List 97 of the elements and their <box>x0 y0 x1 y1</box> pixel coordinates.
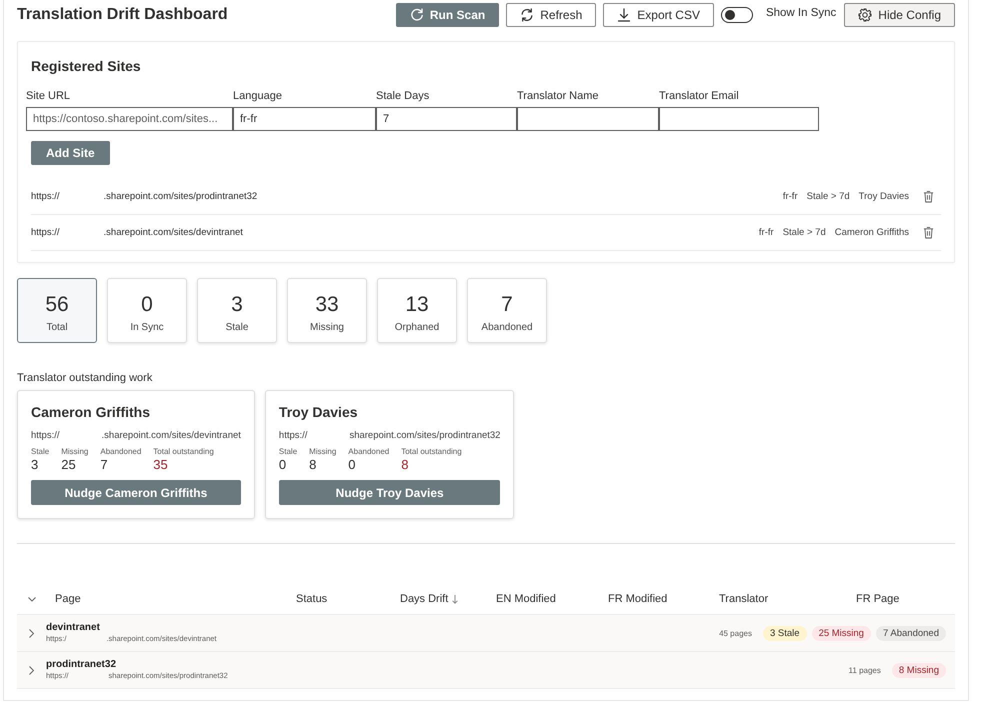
stat-card[interactable]: 56 Total <box>17 278 97 343</box>
stat-value: 56 <box>45 293 69 317</box>
field-label: Stale Days <box>376 89 430 103</box>
stat-value: 13 <box>405 293 429 317</box>
field-label: Language <box>233 89 283 103</box>
stat-value: 0 <box>141 293 153 317</box>
stat-value: 33 <box>315 293 339 317</box>
column-header[interactable]: Status <box>296 593 328 605</box>
refresh-icon <box>520 8 534 22</box>
text-input[interactable]: fr-fr <box>233 107 376 131</box>
stale-rule: Stale > 7d <box>806 191 850 202</box>
download-icon <box>617 8 632 22</box>
stat-card[interactable]: 33 Missing <box>287 278 367 343</box>
metric-label: Missing <box>61 447 88 457</box>
hide-config-button[interactable]: Hide Config <box>844 3 955 27</box>
stat-card[interactable]: 13 Orphaned <box>377 278 457 343</box>
text-input[interactable] <box>517 107 659 131</box>
column-header[interactable]: Translator <box>719 593 768 605</box>
text-input[interactable]: https://contoso.sharepoint.com/sites... <box>26 107 233 131</box>
metric-value: 0 <box>348 457 357 473</box>
translator-name: Troy Davies <box>858 191 909 202</box>
url-prefix: https:// <box>31 191 60 202</box>
trash-icon[interactable] <box>923 190 934 203</box>
site-name: prodintranet32 <box>46 659 118 671</box>
metric-value: 8 <box>401 457 410 473</box>
field-label: Translator Email <box>659 89 740 103</box>
section-title: Registered Sites <box>31 58 142 75</box>
stat-label: Total <box>46 321 68 334</box>
field-label: Site URL <box>26 89 72 103</box>
circular-arrow-icon <box>410 8 424 22</box>
column-header[interactable]: EN Modified <box>496 593 556 605</box>
stat-card[interactable]: 3 Stale <box>197 278 277 343</box>
column-header[interactable]: Days Drift <box>400 593 458 605</box>
translator-name: Cameron Griffiths <box>31 404 152 421</box>
stale-rule: Stale > 7d <box>782 227 826 238</box>
metric-label: Total outstanding <box>153 447 214 457</box>
section-heading: Translator outstanding work <box>17 371 154 385</box>
chevron-right-icon[interactable] <box>29 628 34 638</box>
metric-label: Stale <box>31 447 50 457</box>
url-path: .sharepoint.com/sites/prodintranet32 <box>104 191 258 202</box>
url-path: .sharepoint.com/sites/devintranet <box>104 227 243 238</box>
text-input[interactable] <box>659 107 819 131</box>
chevron-right-icon[interactable] <box>29 666 34 674</box>
column-header[interactable]: FR Modified <box>608 593 668 605</box>
run-scan-button[interactable]: Run Scan <box>396 3 500 27</box>
settings-icon <box>858 8 872 22</box>
stat-card[interactable]: 7 Abandoned <box>467 278 547 343</box>
translator-name: Troy Davies <box>278 404 359 421</box>
stat-label: Stale <box>226 321 248 334</box>
translator-name: Cameron Griffiths <box>834 227 909 238</box>
nudge-button[interactable]: Nudge Troy Davies <box>278 480 500 505</box>
site-name: devintranet <box>46 622 101 634</box>
trash-icon[interactable] <box>923 226 934 239</box>
metric-label: Abandoned <box>100 447 142 457</box>
toggle-label: Show In Sync <box>766 7 836 19</box>
nudge-button[interactable]: Nudge Cameron Griffiths <box>31 480 241 505</box>
url-prefix: https:// <box>31 227 60 238</box>
export-csv-button[interactable]: Export CSV <box>603 3 714 27</box>
stat-value: 7 <box>501 293 513 317</box>
metric-value: 8 <box>309 457 318 473</box>
stat-value: 3 <box>231 293 243 317</box>
url-prefix: https:// <box>31 429 60 442</box>
refresh-button[interactable]: Refresh <box>506 3 596 27</box>
metric-label: Stale <box>278 447 298 457</box>
show-in-sync-toggle[interactable] <box>720 7 753 23</box>
status-badge: 3 Stale <box>762 626 807 640</box>
stat-label: Missing <box>310 321 344 334</box>
column-header[interactable]: FR Page <box>856 593 900 605</box>
field-label: Translator Name <box>517 89 600 103</box>
column-header[interactable]: Page <box>55 593 81 605</box>
url-path: .sharepoint.com/sites/devintranet <box>102 429 241 442</box>
metric-label: Abandoned <box>348 447 390 457</box>
metric-value: 0 <box>278 457 288 473</box>
text-input[interactable]: 7 <box>376 107 517 131</box>
metric-label: Missing <box>309 447 336 457</box>
arrow-down-icon <box>452 594 458 604</box>
language-code: fr-fr <box>758 227 774 238</box>
dashboard-title: Translation Drift Dashboard <box>17 6 228 24</box>
stat-label: Abandoned <box>481 321 533 334</box>
language-code: fr-fr <box>782 191 798 202</box>
status-badge: 25 Missing <box>812 626 871 640</box>
page-count: 45 pages <box>719 628 752 638</box>
metric-value: 3 <box>31 457 40 473</box>
page-count: 11 pages <box>848 666 881 674</box>
stat-card[interactable]: 0 In Sync <box>107 278 187 343</box>
metric-value: 35 <box>153 457 169 473</box>
metric-label: Total outstanding <box>401 447 462 457</box>
chevron-down-icon[interactable] <box>28 596 36 602</box>
add-site-button[interactable]: Add Site <box>31 141 110 165</box>
status-badge: 8 Missing <box>892 662 946 678</box>
stat-label: Orphaned <box>394 321 440 334</box>
status-badge: 7 Abandoned <box>876 626 946 640</box>
url-path: sharepoint.com/sites/prodintranet32 <box>349 429 500 442</box>
metric-value: 25 <box>61 457 77 473</box>
metric-value: 7 <box>100 457 109 473</box>
url-prefix: https:// <box>278 429 308 442</box>
stat-label: In Sync <box>130 321 164 334</box>
